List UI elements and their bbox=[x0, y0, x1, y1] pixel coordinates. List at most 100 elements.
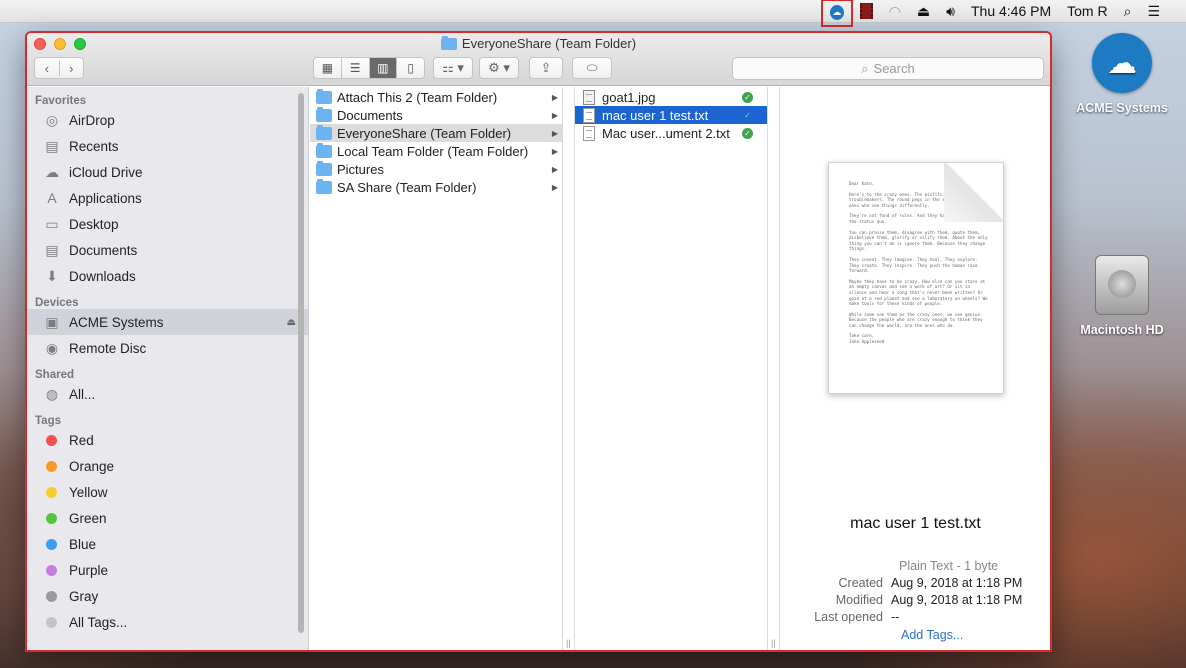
finder-window: EveryoneShare (Team Folder) ‹ › ▦ ☰ ▥ ▯ … bbox=[25, 31, 1052, 652]
sidebar-item-label: Desktop bbox=[69, 216, 119, 232]
sidebar-tag-red[interactable]: Red bbox=[27, 427, 308, 453]
last-opened-row: Last opened -- bbox=[781, 608, 1050, 625]
icon-view-button[interactable]: ▦ bbox=[314, 58, 341, 78]
sidebar-item-icloud-drive[interactable]: ☁ iCloud Drive bbox=[27, 159, 308, 185]
drive-icon: ▣ bbox=[45, 313, 59, 330]
desktop-macintosh-hd[interactable]: Macintosh HD bbox=[1072, 255, 1172, 337]
sidebar-item-label: iCloud Drive bbox=[69, 164, 143, 180]
sidebar-item-all-shared[interactable]: ◍ All... bbox=[27, 381, 308, 407]
spotlight-search-icon[interactable]: ⌕ bbox=[1116, 0, 1140, 23]
menu-user[interactable]: Tom R bbox=[1059, 0, 1115, 23]
chevron-right-icon: ▶ bbox=[551, 92, 558, 102]
acme-cloud-menu-icon[interactable]: ☁ bbox=[820, 0, 853, 27]
folder-label: Pictures bbox=[337, 161, 384, 177]
folder-icon bbox=[316, 160, 332, 176]
sidebar-item-label: AirDrop bbox=[69, 112, 115, 128]
column-view-button[interactable]: ▥ bbox=[368, 58, 397, 78]
sidebar: Favorites ◎ AirDrop ▤ Recents ☁ iCloud Driv… bbox=[27, 87, 309, 650]
info-label: Modified bbox=[835, 592, 883, 607]
info-value: -- bbox=[891, 609, 900, 624]
sidebar-tag-gray[interactable]: Gray bbox=[27, 583, 308, 609]
column-folders: Attach This 2 (Team Folder) ▶ Documents ▶ … bbox=[310, 87, 563, 650]
eject-icon[interactable]: ⏏ bbox=[287, 317, 296, 328]
list-item-selected[interactable]: mac user 1 test.txt ✓ bbox=[575, 106, 767, 124]
notification-list-icon[interactable]: ☰ bbox=[1139, 0, 1168, 23]
sidebar-item-label: Recents bbox=[69, 138, 119, 154]
desktop-hd-label: Macintosh HD bbox=[1080, 323, 1164, 337]
folder-icon bbox=[316, 142, 332, 158]
share-button[interactable]: ⇪ bbox=[529, 57, 563, 79]
sidebar-item-desktop[interactable]: ▭ Desktop bbox=[27, 211, 308, 237]
sidebar-item-airdrop[interactable]: ◎ AirDrop bbox=[27, 107, 308, 133]
sidebar-tag-orange[interactable]: Orange bbox=[27, 453, 308, 479]
gallery-view-button[interactable]: ▯ bbox=[396, 58, 424, 78]
chevron-right-icon: ▶ bbox=[551, 182, 558, 192]
list-item[interactable]: Local Team Folder (Team Folder) ▶ bbox=[310, 142, 562, 160]
airdrop-icon: ◎ bbox=[45, 111, 59, 128]
sidebar-item-label: Green bbox=[69, 510, 107, 526]
forward-button[interactable]: › bbox=[58, 60, 84, 76]
add-tags-link[interactable]: Add Tags... bbox=[781, 626, 1050, 643]
volume-icon[interactable]: 🔊︎ bbox=[938, 0, 963, 23]
sidebar-item-label: Documents bbox=[69, 242, 138, 258]
sidebar-item-applications[interactable]: A Applications bbox=[27, 185, 308, 211]
sidebar-favorites-header: Favorites bbox=[35, 95, 87, 107]
desktop-acme-label: ACME Systems bbox=[1076, 101, 1168, 115]
sync-check-icon: ✓ bbox=[742, 91, 753, 103]
column-resize-handle[interactable]: || bbox=[563, 87, 575, 650]
arrange-button[interactable]: ⚏ ▾ bbox=[433, 57, 473, 79]
info-value: Aug 9, 2018 at 1:18 PM bbox=[891, 575, 1023, 590]
back-button[interactable]: ‹ bbox=[35, 61, 59, 76]
list-item[interactable]: Pictures ▶ bbox=[310, 160, 562, 178]
action-gear-button[interactable]: ⚙ ▾ bbox=[479, 57, 519, 79]
film-icon[interactable] bbox=[852, 0, 881, 23]
sidebar-item-remote-disc[interactable]: ◉ Remote Disc bbox=[27, 335, 308, 361]
menu-clock[interactable]: Thu 4:46 PM bbox=[963, 0, 1059, 23]
desktop-acme-systems[interactable]: ☁ ACME Systems bbox=[1072, 33, 1172, 115]
sidebar-item-label: Applications bbox=[69, 190, 142, 206]
sidebar-item-label: All... bbox=[69, 386, 96, 402]
sidebar-item-acme-systems[interactable]: ▣ ACME Systems ⏏ bbox=[27, 309, 308, 335]
list-item[interactable]: Attach This 2 (Team Folder) ▶ bbox=[310, 88, 562, 106]
tag-color-dot bbox=[46, 538, 57, 550]
sidebar-tag-purple[interactable]: Purple bbox=[27, 557, 308, 583]
tag-color-dot bbox=[46, 512, 57, 524]
search-input[interactable]: ⌕ Search bbox=[732, 57, 1044, 80]
file-label: goat1.jpg bbox=[602, 89, 656, 105]
tag-button[interactable]: ⬭ bbox=[572, 57, 612, 79]
sidebar-tag-blue[interactable]: Blue bbox=[27, 531, 308, 557]
list-view-button[interactable]: ☰ bbox=[340, 58, 369, 78]
sidebar-tag-green[interactable]: Green bbox=[27, 505, 308, 531]
wifi-icon[interactable]: ◠ bbox=[881, 0, 909, 23]
sidebar-item-documents[interactable]: ▤ Documents bbox=[27, 237, 308, 263]
resize-grip-icon: || bbox=[566, 638, 571, 648]
network-icon: ◍ bbox=[45, 385, 59, 402]
modified-row: Modified Aug 9, 2018 at 1:18 PM bbox=[781, 591, 1050, 608]
doc-line: You can praise them, disagree with them,… bbox=[849, 229, 988, 252]
list-item[interactable]: Mac user...ument 2.txt ✓ bbox=[575, 124, 767, 142]
eject-icon[interactable]: ⏏ bbox=[909, 0, 938, 23]
sidebar-item-label: Downloads bbox=[69, 268, 136, 284]
document-thumbnail: Dear Kate, Here's to the crazy ones. The… bbox=[828, 162, 1004, 394]
folder-label: SA Share (Team Folder) bbox=[337, 179, 477, 195]
preview-filename: mac user 1 test.txt bbox=[850, 515, 981, 532]
sidebar-item-downloads[interactable]: ⬇ Downloads bbox=[27, 263, 308, 289]
window-title: EveryoneShare (Team Folder) bbox=[27, 35, 1050, 51]
tag-color-dot bbox=[46, 564, 57, 576]
downloads-icon: ⬇ bbox=[46, 267, 58, 284]
list-item[interactable]: goat1.jpg ✓ bbox=[575, 88, 767, 106]
file-label: mac user 1 test.txt bbox=[602, 107, 709, 123]
doc-line: Maybe they have to be crazy. How else ca… bbox=[849, 278, 988, 307]
sidebar-item-label: Blue bbox=[69, 536, 97, 552]
doc-line: Take care, John Appleseed bbox=[849, 333, 885, 345]
tag-color-dot bbox=[46, 434, 57, 446]
column-resize-handle[interactable]: || bbox=[768, 87, 780, 650]
list-item[interactable]: Documents ▶ bbox=[310, 106, 562, 124]
sidebar-tag-all[interactable]: All Tags... bbox=[27, 609, 308, 635]
image-file-icon bbox=[583, 89, 595, 105]
sidebar-tag-yellow[interactable]: Yellow bbox=[27, 479, 308, 505]
sidebar-scrollbar[interactable] bbox=[298, 93, 304, 633]
list-item[interactable]: SA Share (Team Folder) ▶ bbox=[310, 178, 562, 196]
list-item-selected[interactable]: EveryoneShare (Team Folder) ▶ bbox=[310, 124, 562, 142]
sidebar-item-recents[interactable]: ▤ Recents bbox=[27, 133, 308, 159]
